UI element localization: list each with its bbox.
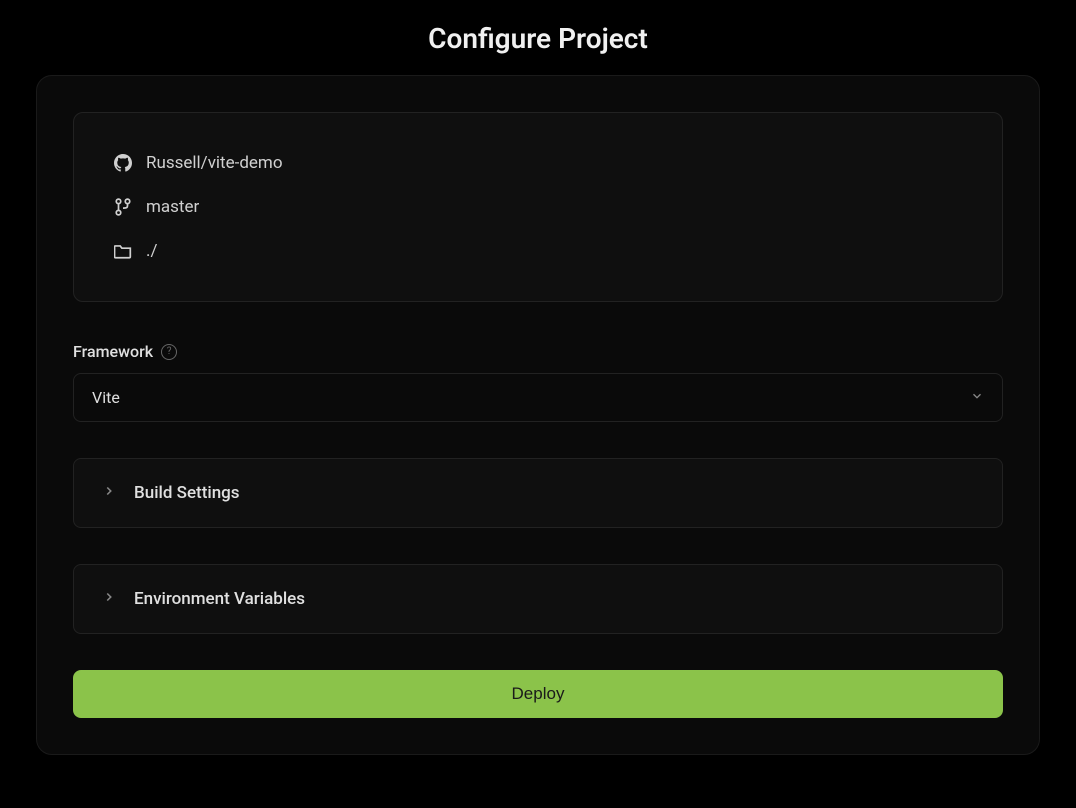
repo-branch-row: master [114, 197, 962, 217]
repo-directory-text: ./ [146, 241, 158, 261]
repo-name-text: Russell/vite-demo [146, 153, 283, 173]
repo-directory-row: ./ [114, 241, 962, 261]
help-icon[interactable]: ? [161, 344, 177, 360]
branch-icon [114, 198, 132, 216]
env-vars-section[interactable]: Environment Variables [73, 564, 1003, 634]
build-settings-section[interactable]: Build Settings [73, 458, 1003, 528]
chevron-right-icon [102, 589, 116, 609]
github-icon [114, 154, 132, 172]
env-vars-label: Environment Variables [134, 589, 305, 609]
framework-selected-value: Vite [92, 388, 120, 407]
framework-label: Framework [73, 342, 153, 361]
chevron-down-icon [970, 388, 984, 407]
repo-branch-text: master [146, 197, 199, 217]
framework-label-row: Framework ? [73, 342, 1003, 361]
chevron-right-icon [102, 483, 116, 503]
deploy-button[interactable]: Deploy [73, 670, 1003, 718]
build-settings-label: Build Settings [134, 483, 240, 503]
page-title: Configure Project [0, 0, 1076, 75]
repo-name-row: Russell/vite-demo [114, 153, 962, 173]
repo-info-card: Russell/vite-demo master ./ [73, 112, 1003, 302]
configure-card: Russell/vite-demo master ./ Fra [36, 75, 1040, 755]
framework-select[interactable]: Vite [73, 373, 1003, 422]
folder-icon [114, 242, 132, 260]
